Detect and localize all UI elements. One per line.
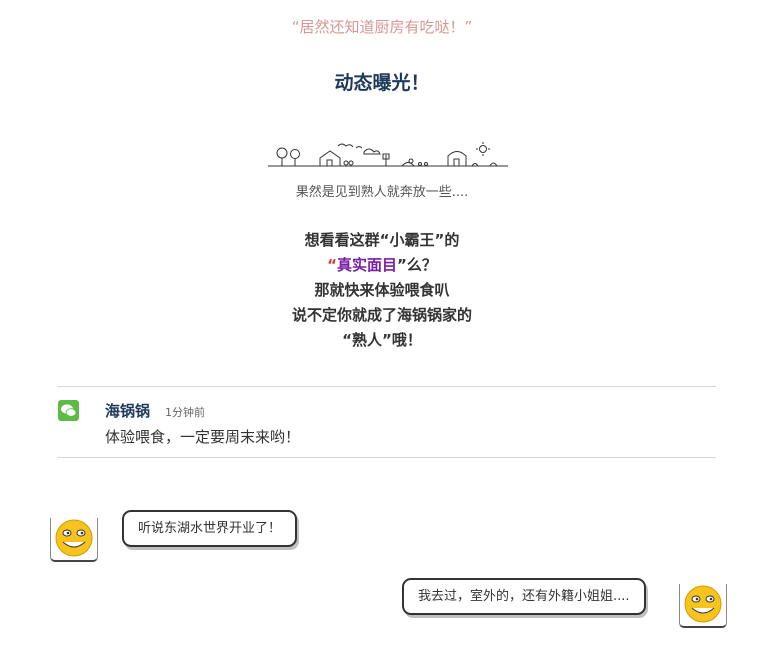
chat-bubble-left: 听说东湖水世界开业了！ <box>122 510 298 547</box>
promo-blurb: 想看看这群“小霸王”的 “真实面目”么？ 那就快来体验喂食叭 说不定你就成了海锅… <box>0 228 764 353</box>
comment-divider-bottom <box>58 457 716 458</box>
blurb-line-4: 说不定你就成了海锅锅家的 <box>291 306 472 324</box>
blurb-line-5: “熟人”哦！ <box>342 331 422 349</box>
avatar-right <box>679 584 727 628</box>
blurb-line-2-rest: ”么？ <box>397 256 437 274</box>
blurb-quote-open: “ <box>327 256 337 274</box>
comment-timestamp: 1分钟前 <box>165 406 205 419</box>
blurb-line-1: 想看看这群“小霸王”的 <box>304 231 460 249</box>
section-title: 动态曝光！ <box>334 72 430 94</box>
comment-username[interactable]: 海锅锅 <box>105 400 150 421</box>
chat-bubble-right: 我去过，室外的，还有外籍小姐姐.... <box>402 578 646 615</box>
avatar-left <box>50 518 98 562</box>
blurb-highlight: 真实面目 <box>336 256 397 274</box>
blurb-line-3: 那就快来体验喂食叭 <box>314 281 450 299</box>
scene-caption: 果然是见到熟人就奔放一些.... <box>295 185 469 200</box>
comment-divider-top <box>58 386 716 387</box>
grinning-emoji-icon <box>55 519 93 557</box>
blurb-line-2: “真实面目”么？ <box>0 253 764 278</box>
grinning-emoji-icon <box>684 585 722 623</box>
town-sketch-illustration <box>268 142 508 167</box>
wechat-icon <box>58 400 79 421</box>
quote-title: “居然还知道厨房有吃哒！” <box>291 18 473 36</box>
comment-text: 体验喂食，一定要周末来哟！ <box>105 428 301 446</box>
